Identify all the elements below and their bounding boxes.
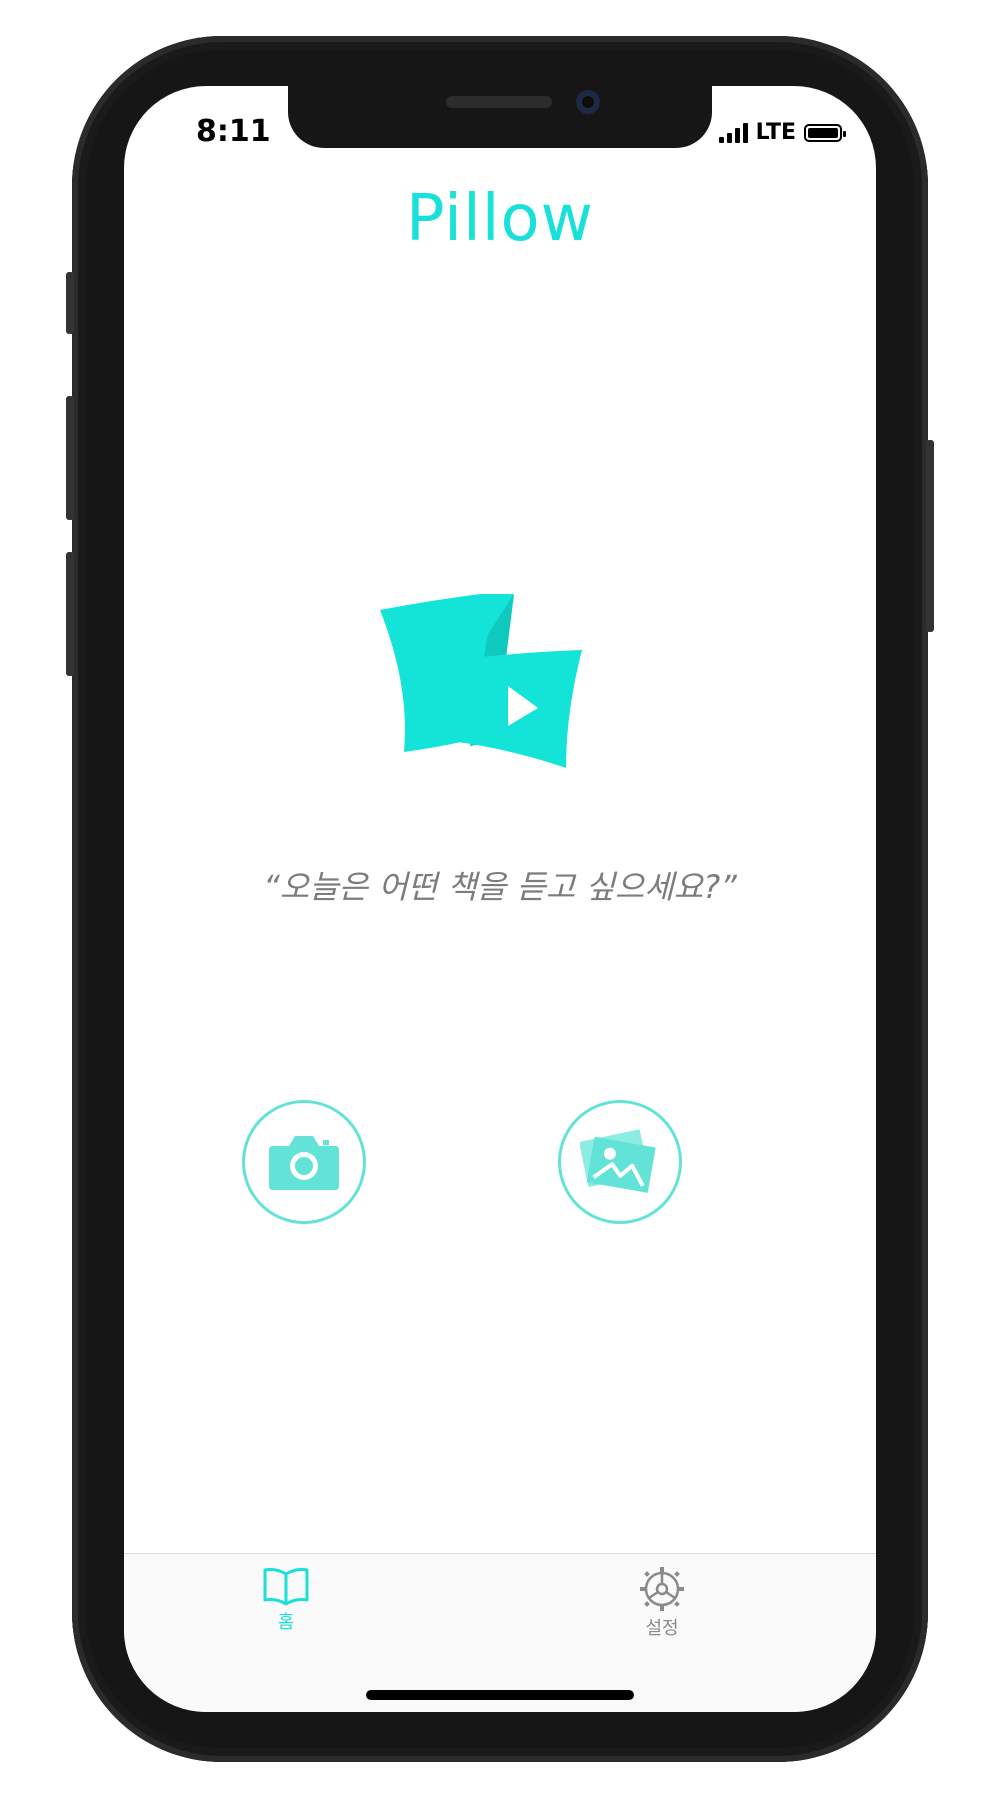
gear-icon <box>640 1567 684 1611</box>
tab-settings[interactable]: 설정 <box>622 1566 702 1640</box>
tab-settings-label: 설정 <box>645 1618 679 1639</box>
app-title: Pillow <box>405 182 595 256</box>
power-button <box>926 440 934 632</box>
front-camera <box>576 90 600 114</box>
status-indicators: LTE <box>718 120 846 145</box>
signal-icon <box>718 122 748 143</box>
tab-home-label: 홈 <box>277 1612 295 1633</box>
earpiece-speaker <box>446 96 552 108</box>
battery-icon <box>804 123 846 142</box>
screen: 8:11 LTE Pillow “오늘은 어떤 책을 듣고 싶으세요?” 홈 설… <box>124 86 876 1712</box>
home-indicator[interactable] <box>366 1690 634 1700</box>
pillow-play-logo <box>380 594 582 768</box>
camera-icon <box>269 1136 339 1190</box>
photo-gallery-icon <box>580 1129 656 1193</box>
network-type: LTE <box>755 120 796 145</box>
status-time: 8:11 <box>196 114 271 149</box>
mute-switch <box>66 272 74 334</box>
volume-down-button <box>66 552 74 676</box>
prompt-text: “오늘은 어떤 책을 듣고 싶으세요?” <box>263 868 737 906</box>
tab-home[interactable]: 홈 <box>246 1566 326 1634</box>
camera-button[interactable] <box>242 1100 366 1224</box>
volume-up-button <box>66 396 74 520</box>
notch <box>288 86 712 148</box>
gallery-button[interactable] <box>558 1100 682 1224</box>
tab-bar: 홈 설정 <box>124 1553 876 1712</box>
open-book-icon <box>263 1568 309 1606</box>
